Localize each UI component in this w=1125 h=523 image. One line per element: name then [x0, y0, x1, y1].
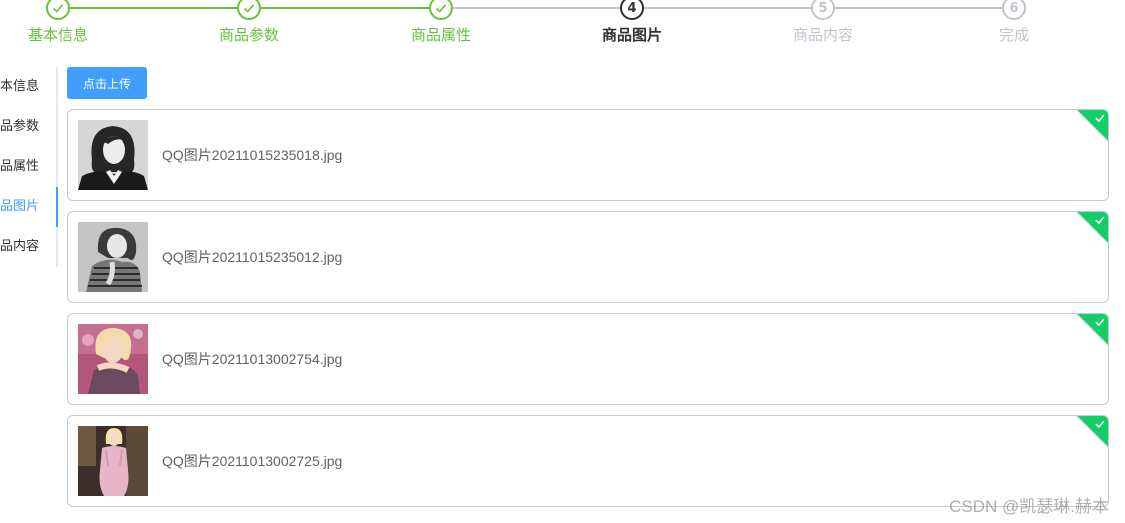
tab-product-content[interactable]: 品内容: [0, 227, 56, 267]
check-icon: [46, 0, 70, 20]
check-icon: [1095, 318, 1105, 327]
file-name: QQ图片20211013002725.jpg: [162, 453, 343, 469]
step-title: 商品参数: [218, 26, 279, 44]
step-1: 基本信息: [0, 0, 118, 45]
step-title: 商品属性: [410, 26, 471, 44]
upload-list-item[interactable]: QQ图片20211015235018.jpg: [67, 109, 1109, 201]
tab-product-params[interactable]: 品参数: [0, 107, 56, 147]
steps-bar: 基本信息 商品参数 商品属性 4 商品图片 5 商品内容 6 完成: [0, 0, 1125, 60]
tab-product-attributes[interactable]: 品属性: [0, 147, 56, 187]
step-3: 商品属性: [381, 0, 501, 45]
upload-list-item[interactable]: QQ图片20211013002754.jpg: [67, 313, 1109, 405]
upload-success-badge: [1076, 212, 1108, 244]
watermark: CSDN @凯瑟琳.赫本: [949, 497, 1109, 516]
upload-list-item[interactable]: QQ图片20211015235012.jpg: [67, 211, 1109, 303]
step-title: 商品内容: [792, 26, 853, 44]
step-title: 完成: [998, 26, 1029, 44]
upload-success-badge: [1076, 416, 1108, 448]
file-name: QQ图片20211015235018.jpg: [162, 147, 343, 163]
file-thumbnail: [78, 120, 148, 190]
file-name: QQ图片20211013002754.jpg: [162, 351, 343, 367]
check-icon: [1095, 114, 1105, 123]
file-thumbnail: [78, 222, 148, 292]
check-icon: [1095, 420, 1105, 429]
vertical-tabs: 本信息 品参数 品属性 品图片 品内容: [0, 67, 58, 267]
step-2: 商品参数: [189, 0, 309, 45]
file-thumbnail: [78, 324, 148, 394]
step-4: 4 商品图片: [572, 0, 692, 45]
upload-button[interactable]: 点击上传: [67, 67, 147, 99]
file-thumbnail: [78, 426, 148, 496]
step-5: 5 商品内容: [763, 0, 883, 45]
upload-success-badge: [1076, 110, 1108, 142]
step-number: 6: [1002, 0, 1026, 20]
step-title: 商品图片: [601, 26, 662, 44]
upload-success-badge: [1076, 314, 1108, 346]
tab-basic-info[interactable]: 本信息: [0, 67, 56, 107]
step-line-pending: [441, 7, 1014, 9]
check-icon: [237, 0, 261, 20]
step-number: 5: [811, 0, 835, 20]
check-icon: [1095, 216, 1105, 225]
upload-file-list: QQ图片20211015235018.jpg QQ图片2021101523501…: [67, 109, 1109, 517]
tab-product-images[interactable]: 品图片: [0, 187, 56, 227]
step-number: 4: [620, 0, 644, 20]
active-tab-indicator: [56, 187, 58, 227]
file-name: QQ图片20211015235012.jpg: [162, 249, 343, 265]
check-icon: [429, 0, 453, 20]
step-title: 基本信息: [27, 26, 88, 44]
step-6: 6 完成: [954, 0, 1074, 45]
